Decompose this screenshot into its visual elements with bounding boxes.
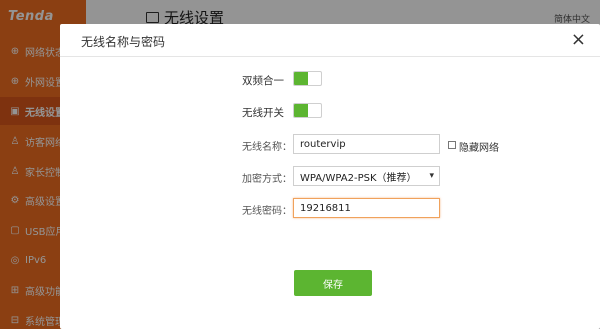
ssid-label: 无线名称：: [242, 142, 292, 153]
encryption-select[interactable]: WPA/WPA2-PSK（推荐） ▾: [293, 166, 440, 186]
wifi-switch-toggle[interactable]: [293, 103, 322, 118]
hide-network-label: 隐藏网络: [459, 143, 499, 154]
password-label: 无线密码：: [242, 206, 292, 217]
ssid-input[interactable]: routervip: [293, 134, 440, 154]
toggle-knob: [294, 104, 308, 117]
dialog-title: 无线名称与密码: [81, 35, 166, 49]
wireless-name-password-dialog: 无线名称与密码 × 双频合一 无线开关 无线名称： routervip 隐藏网络…: [60, 24, 600, 329]
wifi-switch-label: 无线开关: [242, 107, 284, 119]
password-input[interactable]: 19216811: [293, 198, 440, 218]
dual-band-label: 双频合一: [242, 75, 284, 87]
hide-network-checkbox[interactable]: [448, 141, 456, 149]
toggle-knob: [294, 72, 308, 85]
close-icon[interactable]: ×: [571, 30, 586, 50]
encryption-value: WPA/WPA2-PSK（推荐）: [300, 172, 417, 184]
save-button[interactable]: 保存: [294, 270, 372, 296]
dialog-header: 无线名称与密码 ×: [60, 24, 600, 57]
dual-band-toggle[interactable]: [293, 71, 322, 86]
chevron-down-icon: ▾: [429, 171, 434, 181]
encryption-label: 加密方式：: [242, 174, 292, 185]
